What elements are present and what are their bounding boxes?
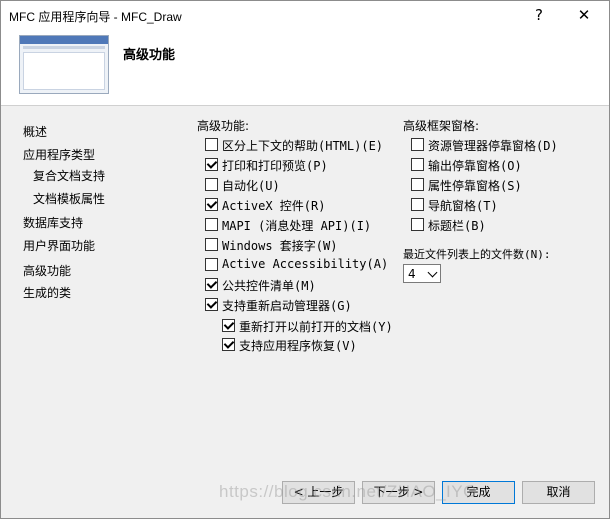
checkbox-label: ActiveX 控件(R) <box>222 199 326 213</box>
advanced-features-label: 高级功能: <box>197 119 250 133</box>
wizard-dialog: MFC 应用程序向导 - MFC_Draw ? ✕ 高级功能 概述 应用程序类型… <box>0 0 610 519</box>
checkbox-label: MAPI (消息处理 API)(I) <box>222 219 372 233</box>
checkbox[interactable] <box>205 238 218 251</box>
prev-button[interactable]: < 上一步 <box>282 481 355 504</box>
sidebar-item-advanced[interactable]: 高级功能 <box>23 262 71 279</box>
checkbox[interactable] <box>411 158 424 171</box>
sidebar-item-generated-classes[interactable]: 生成的类 <box>23 284 71 301</box>
checkbox-label: 支持重新启动管理器(G) <box>222 299 352 313</box>
cancel-button[interactable]: 取消 <box>522 481 595 504</box>
checkbox[interactable] <box>205 138 218 151</box>
mru-count-value: 4 <box>408 267 416 281</box>
help-button[interactable]: ? <box>519 1 559 30</box>
checkbox[interactable] <box>205 178 218 191</box>
checkbox-label: 属性停靠窗格(S) <box>428 179 522 193</box>
sidebar-item-doc-template[interactable]: 文档模板属性 <box>33 190 105 207</box>
checkbox-label: 自动化(U) <box>222 179 280 193</box>
chevron-down-icon <box>427 267 438 278</box>
checkbox[interactable] <box>205 278 218 291</box>
checkbox[interactable] <box>411 178 424 191</box>
title-bar: MFC 应用程序向导 - MFC_Draw ? ✕ <box>1 1 609 30</box>
sidebar-item-app-type[interactable]: 应用程序类型 <box>23 146 95 163</box>
checkbox[interactable] <box>222 338 235 351</box>
checkbox[interactable] <box>205 158 218 171</box>
finish-button[interactable]: 完成 <box>442 481 515 504</box>
checkbox-label: 支持应用程序恢复(V) <box>239 339 357 353</box>
checkbox-label: 区分上下文的帮助(HTML)(E) <box>222 139 384 153</box>
sidebar-item-compound-doc[interactable]: 复合文档支持 <box>33 167 105 184</box>
sidebar-item-database[interactable]: 数据库支持 <box>23 214 83 231</box>
window-title: MFC 应用程序向导 - MFC_Draw <box>9 10 182 24</box>
checkbox[interactable] <box>222 319 235 332</box>
frame-panes-label: 高级框架窗格: <box>403 119 480 133</box>
checkbox-label: 标题栏(B) <box>428 219 486 233</box>
mru-count-select[interactable]: 4 <box>403 264 441 283</box>
window-preview-icon <box>19 35 109 94</box>
wizard-header: 高级功能 <box>1 30 609 105</box>
next-button[interactable]: 下一步 > <box>362 481 435 504</box>
checkbox-label: Windows 套接字(W) <box>222 239 338 253</box>
checkbox[interactable] <box>205 198 218 211</box>
checkbox-label: Active Accessibility(A) <box>222 257 389 271</box>
sidebar-item-overview[interactable]: 概述 <box>23 123 47 140</box>
checkbox-label: 打印和打印预览(P) <box>222 159 328 173</box>
checkbox[interactable] <box>205 258 218 271</box>
checkbox[interactable] <box>411 198 424 211</box>
checkbox-label: 输出停靠窗格(O) <box>428 159 522 173</box>
mru-count-label: 最近文件列表上的文件数(N): <box>403 248 551 261</box>
page-title: 高级功能 <box>123 48 176 63</box>
checkbox-label: 资源管理器停靠窗格(D) <box>428 139 558 153</box>
checkbox[interactable] <box>411 138 424 151</box>
close-button[interactable]: ✕ <box>564 1 604 30</box>
checkbox[interactable] <box>205 298 218 311</box>
checkbox-label: 导航窗格(T) <box>428 199 498 213</box>
checkbox-label: 公共控件清单(M) <box>222 279 316 293</box>
checkbox[interactable] <box>205 218 218 231</box>
sidebar-item-ui-features[interactable]: 用户界面功能 <box>23 237 95 254</box>
checkbox-label: 重新打开以前打开的文档(Y) <box>239 320 393 334</box>
checkbox[interactable] <box>411 218 424 231</box>
